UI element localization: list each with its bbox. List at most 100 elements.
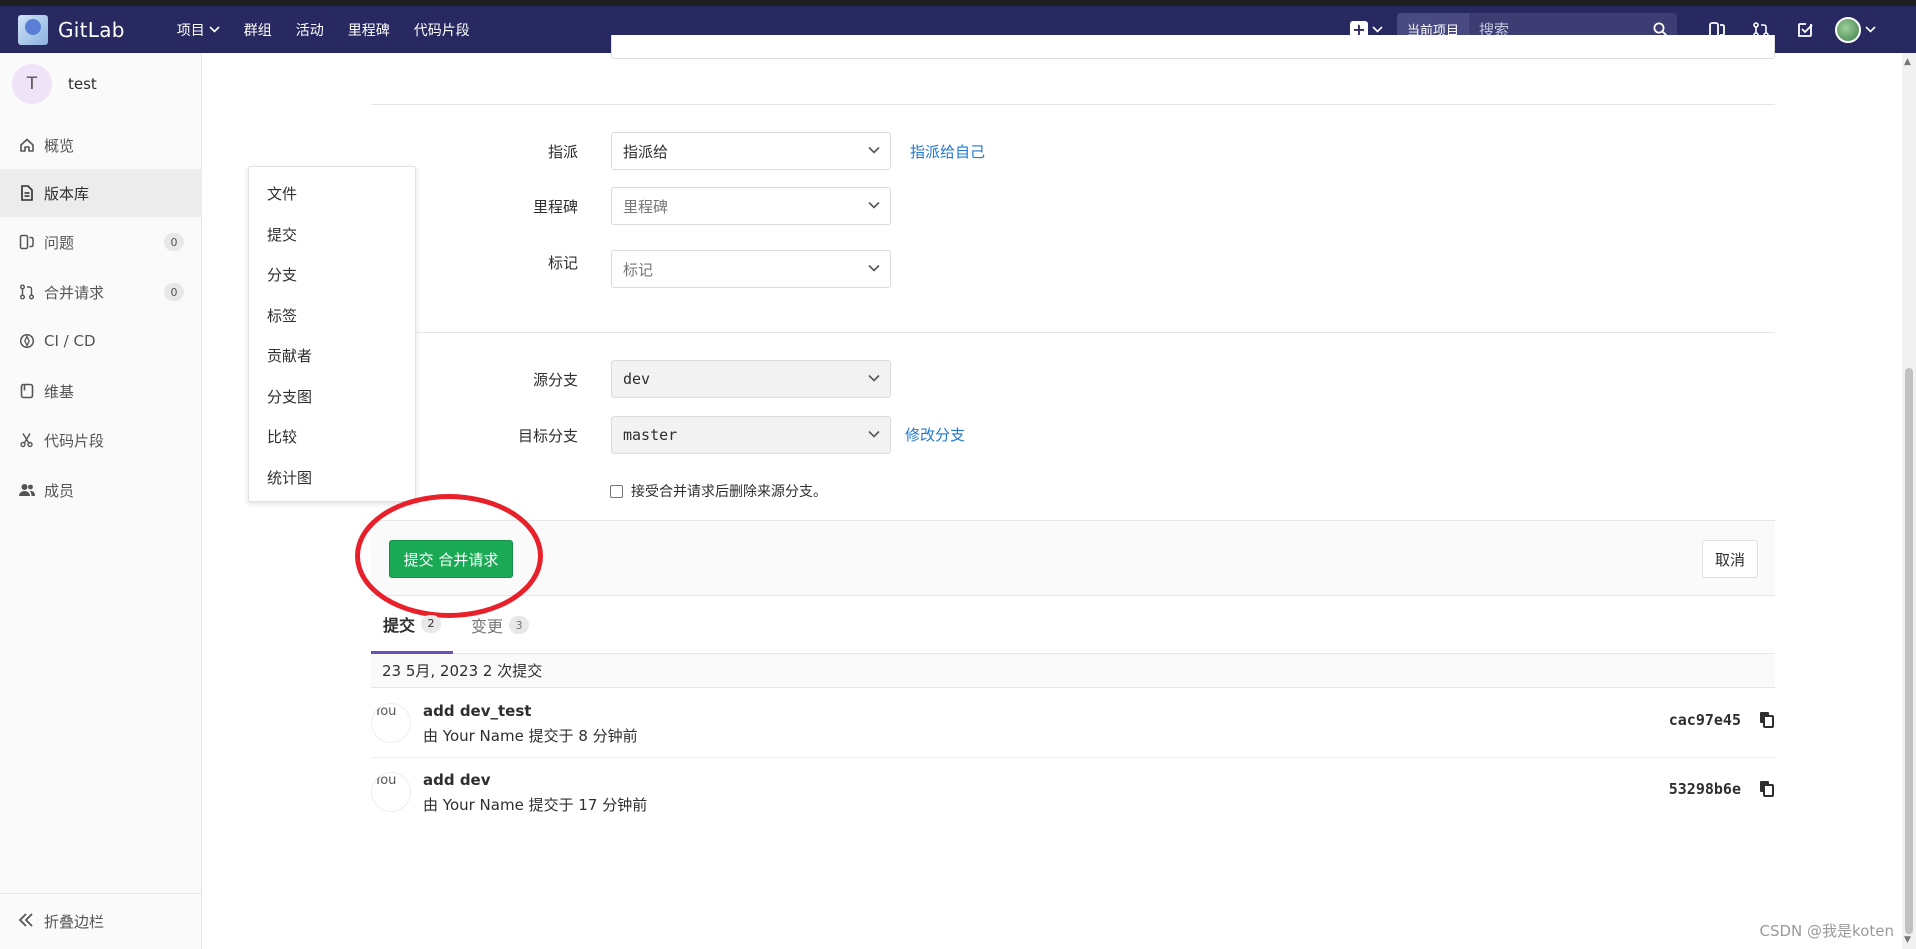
commit-author-avatar[interactable]: You xyxy=(371,772,411,812)
repository-flyout-menu: 文件 提交 分支 标签 贡献者 分支图 比较 统计图 xyxy=(248,166,416,502)
user-menu[interactable] xyxy=(1835,16,1876,43)
merge-requests-count-badge: 0 xyxy=(164,283,184,301)
flyout-item-tags[interactable]: 标签 xyxy=(267,305,297,326)
milestone-select[interactable]: 里程碑 xyxy=(611,187,891,225)
app-name: GitLab xyxy=(58,17,125,42)
flyout-item-compare[interactable]: 比较 xyxy=(267,426,297,447)
commit-sha[interactable]: 53298b6e xyxy=(1669,780,1741,798)
tab-changes[interactable]: 变更 3 xyxy=(463,596,537,654)
page-scrollbar[interactable]: ▲ ▼ xyxy=(1902,53,1916,949)
copy-icon[interactable] xyxy=(1759,780,1775,801)
sidebar-item-merge-requests[interactable]: 合并请求 0 xyxy=(0,268,202,316)
nav-projects-label: 项目 xyxy=(176,22,205,39)
assignee-select-value: 指派给 xyxy=(623,142,669,161)
scissors-icon xyxy=(18,431,36,449)
watermark: CSDN @我是koten xyxy=(1759,922,1894,940)
cancel-button[interactable]: 取消 xyxy=(1702,540,1758,578)
chevron-down-icon xyxy=(868,430,880,438)
commits-day-header: 23 5月, 2023 2 次提交 xyxy=(371,654,1775,688)
flyout-item-commits[interactable]: 提交 xyxy=(267,224,297,245)
scrollbar-thumb[interactable] xyxy=(1905,368,1913,934)
chevron-down-icon xyxy=(1372,26,1383,33)
nav-projects[interactable]: 项目 xyxy=(165,20,232,40)
tab-changes-count: 3 xyxy=(509,616,530,634)
sidebar-item-label: 成员 xyxy=(44,481,75,500)
assign-to-me-link[interactable]: 指派给自己 xyxy=(910,141,985,162)
commit-row: You add dev 由 Your Name 提交于 17 分钟前 53298… xyxy=(371,758,1775,827)
nav-groups[interactable]: 群组 xyxy=(232,20,284,40)
flyout-item-graph[interactable]: 分支图 xyxy=(267,386,312,407)
flyout-item-contributors[interactable]: 贡献者 xyxy=(267,345,312,366)
chevron-down-icon xyxy=(1865,26,1876,33)
form-actions: 提交 合并请求 取消 xyxy=(371,520,1775,596)
commit-title[interactable]: add dev_test xyxy=(423,702,531,720)
sidebar-item-label: CI / CD xyxy=(44,332,96,350)
flyout-item-files[interactable]: 文件 xyxy=(267,183,297,204)
sidebar-item-label: 维基 xyxy=(44,382,75,401)
remove-source-branch-row[interactable]: 接受合并请求后删除来源分支。 xyxy=(610,481,827,501)
sidebar-item-issues[interactable]: 问题 0 xyxy=(0,218,202,266)
book-icon xyxy=(18,382,36,400)
description-field-bottom[interactable] xyxy=(611,35,1775,59)
change-branches-link[interactable]: 修改分支 xyxy=(905,424,965,445)
copy-icon[interactable] xyxy=(1759,711,1775,732)
flyout-item-charts[interactable]: 统计图 xyxy=(267,467,312,488)
doc-icon xyxy=(18,184,36,202)
flyout-item-branches[interactable]: 分支 xyxy=(267,264,297,285)
milestone-select-value: 里程碑 xyxy=(623,197,669,216)
tab-commits-label: 提交 xyxy=(383,615,416,635)
sidebar-item-label: 版本库 xyxy=(44,184,90,203)
labels-select-value: 标记 xyxy=(623,260,654,279)
labels-label: 标记 xyxy=(547,254,578,272)
assignee-select[interactable]: 指派给 xyxy=(611,132,891,170)
mr-tabs: 提交 2 变更 3 xyxy=(371,596,1775,654)
sidebar-item-ci-cd[interactable]: CI / CD xyxy=(0,317,202,365)
logo-image xyxy=(18,14,48,45)
commit-meta: 由 Your Name 提交于 8 分钟前 xyxy=(423,727,638,745)
user-avatar xyxy=(1835,16,1861,43)
tab-changes-label: 变更 xyxy=(471,617,504,636)
remove-source-branch-label: 接受合并请求后删除来源分支。 xyxy=(631,484,827,500)
commit-meta: 由 Your Name 提交于 17 分钟前 xyxy=(423,796,648,814)
commit-title[interactable]: add dev xyxy=(423,771,491,789)
project-avatar: T xyxy=(12,64,52,104)
scroll-down-arrow-icon[interactable]: ▼ xyxy=(1904,935,1911,945)
sidebar-item-snippets[interactable]: 代码片段 xyxy=(0,416,202,464)
commit-author-avatar[interactable]: You xyxy=(371,703,411,743)
double-chevron-left-icon xyxy=(18,911,34,932)
sidebar-item-members[interactable]: 成员 xyxy=(0,466,202,514)
home-icon xyxy=(18,136,36,154)
commit-row: You add dev_test 由 Your Name 提交于 8 分钟前 c… xyxy=(371,689,1775,758)
chevron-down-icon xyxy=(868,374,880,382)
chevron-down-icon xyxy=(868,201,880,209)
nav-activity[interactable]: 活动 xyxy=(284,20,336,40)
chevron-down-icon xyxy=(868,264,880,272)
users-icon xyxy=(18,481,36,499)
sidebar-item-label: 合并请求 xyxy=(44,283,105,302)
sidebar-item-label: 概览 xyxy=(44,136,75,155)
issues-count-badge: 0 xyxy=(164,233,184,251)
commit-sha[interactable]: cac97e45 xyxy=(1669,711,1741,729)
collapse-sidebar-button[interactable]: 折叠边栏 xyxy=(0,893,202,949)
sidebar-item-wiki[interactable]: 维基 xyxy=(0,367,202,415)
tab-commits[interactable]: 提交 2 xyxy=(371,596,454,654)
sidebar-item-repository[interactable]: 版本库 xyxy=(0,169,202,217)
milestone-label: 里程碑 xyxy=(532,198,578,216)
sidebar-item-label: 代码片段 xyxy=(44,431,105,450)
target-branch-label: 目标分支 xyxy=(517,427,578,445)
nav-links: 项目 群组 活动 里程碑 代码片段 xyxy=(165,20,482,40)
target-branch-select[interactable]: master xyxy=(611,416,891,454)
sidebar-item-overview[interactable]: 概览 xyxy=(0,121,202,169)
nav-snippets[interactable]: 代码片段 xyxy=(402,20,482,40)
chevron-down-icon xyxy=(868,146,880,154)
target-branch-value: master xyxy=(623,426,678,444)
source-branch-value: dev xyxy=(623,370,651,388)
labels-select[interactable]: 标记 xyxy=(611,250,891,288)
source-branch-select[interactable]: dev xyxy=(611,360,891,398)
remove-source-branch-checkbox[interactable] xyxy=(610,484,623,498)
scroll-up-arrow-icon[interactable]: ▲ xyxy=(1904,57,1911,67)
nav-milestones[interactable]: 里程碑 xyxy=(336,20,402,40)
todos-nav-icon[interactable] xyxy=(1783,6,1827,53)
gitlab-logo[interactable]: GitLab xyxy=(18,14,125,45)
project-header[interactable]: T test xyxy=(0,53,201,115)
